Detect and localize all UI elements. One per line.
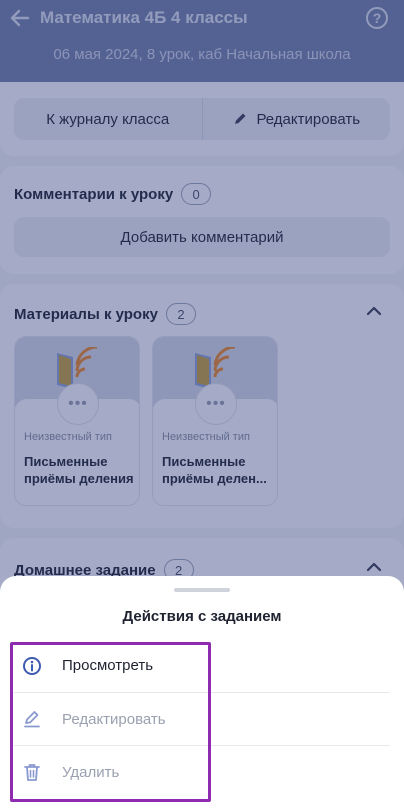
task-actions-sheet: Действия с заданием Просмотреть Редактир… (0, 576, 404, 809)
sheet-title: Действия с заданием (122, 608, 282, 625)
drag-handle[interactable] (174, 588, 230, 592)
focus-highlight-frame (10, 642, 211, 802)
